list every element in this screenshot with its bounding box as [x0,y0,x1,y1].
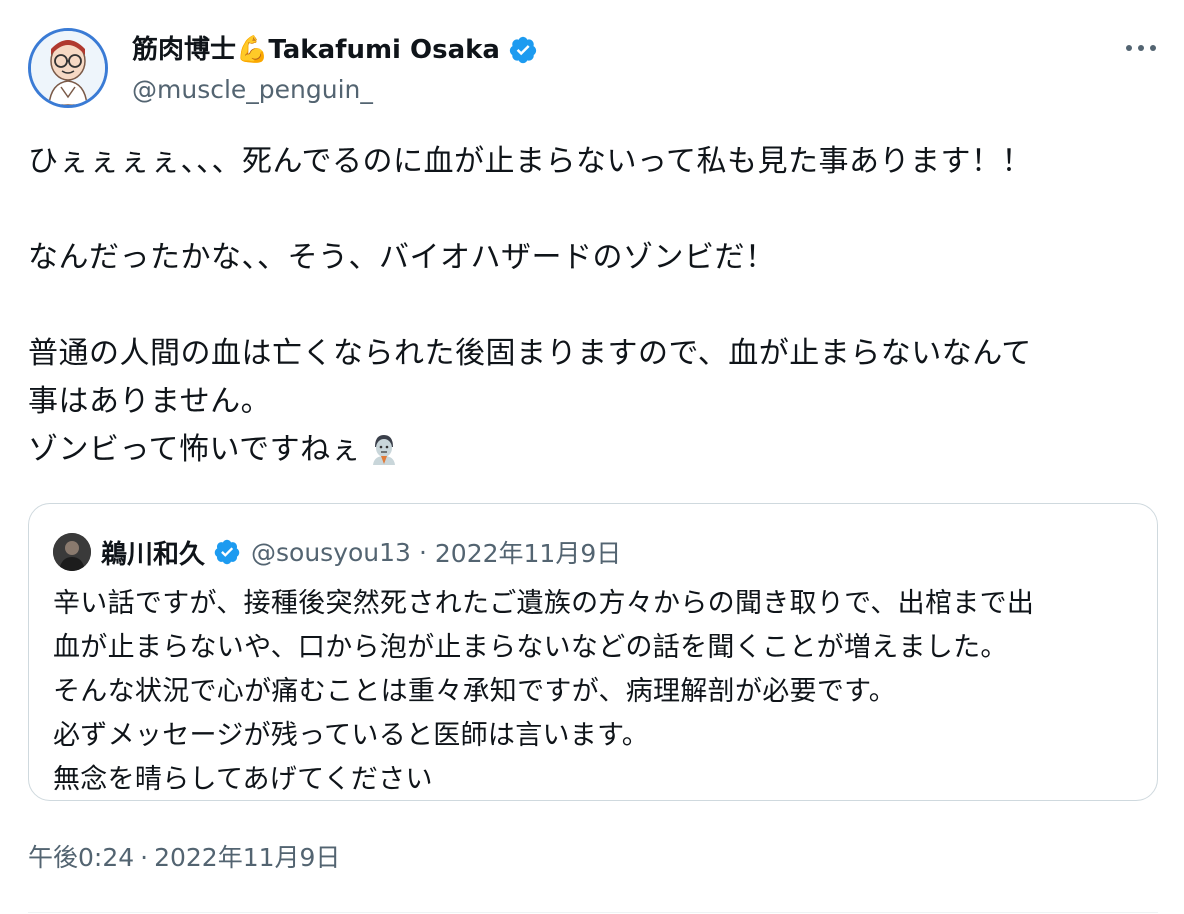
quoted-author-handle[interactable]: @sousyou13 [251,538,411,567]
quoted-tweet-text: 辛い話ですが、接種後突然死されたご遺族の方々からの聞き取りで、出棺まで出 血が止… [53,582,1034,802]
tweet-line-last: ゾンビって怖いですねぇ [28,426,1158,474]
quoted-line: そんな状況で心が痛むことは重々承知ですが、病理解剖が必要です。 [53,676,897,707]
tweet-line: ひぇぇぇぇ、、、死んでるのに血が止まらないって私も見た事あります！！ [28,144,1032,179]
quoted-tweet-date[interactable]: 2022年11月9日 [435,534,621,570]
quoted-line: 血が止まらないや、口から泡が止まらないなどの話を聞くことが増えました。 [53,632,1008,663]
author-display-name[interactable]: 筋肉博士💪Takafumi Osaka [132,30,500,70]
tweet-card: 筋肉博士💪Takafumi Osaka @muscle_penguin_ ひぇぇ… [0,0,1184,914]
dot [1138,45,1144,51]
author-avatar[interactable] [28,28,108,108]
quoted-tweet-header: 鵜川和久 @sousyou13 · 2022年11月9日 [53,532,621,572]
quoted-author-avatar[interactable] [53,533,91,571]
tweet-line: なんだったかな、、そう、バイオハザードのゾンビだ！ [28,240,776,275]
zombie-emoji-icon [373,435,396,465]
quoted-line: 必ずメッセージが残っていると医師は言います。 [53,720,650,751]
separator-dot: · [418,537,427,567]
more-options-icon[interactable] [1126,36,1156,60]
timestamp-date: 2022年11月9日 [154,843,341,872]
tweet-text: ひぇぇぇぇ、、、死んでるのに血が止まらないって私も見た事あります！！ なんだった… [28,138,1158,474]
dot [1150,45,1156,51]
dot [1126,45,1132,51]
separator-dot: · [140,843,149,872]
author-handle[interactable]: @muscle_penguin_ [132,72,538,108]
tweet-timestamp[interactable]: 午後0:24 · 2022年11月9日 [28,838,340,874]
timestamp-time: 午後0:24 [28,843,135,872]
quoted-line: 辛い話ですが、接種後突然死されたご遺族の方々からの聞き取りで、出棺まで出 [53,588,1035,619]
verified-badge-icon [509,36,537,64]
tweet-line: 普通の人間の血は亡くなられた後固まりますので、血が止まらないなんて [28,336,1032,371]
tweet-header: 筋肉博士💪Takafumi Osaka @muscle_penguin_ [132,30,538,108]
author-name-row: 筋肉博士💪Takafumi Osaka [132,30,538,70]
verified-badge-icon [214,539,240,565]
quoted-author-name[interactable]: 鵜川和久 [101,534,205,571]
quoted-tweet[interactable]: 鵜川和久 @sousyou13 · 2022年11月9日 辛い話ですが、接種後突… [28,503,1158,801]
divider [28,912,1158,913]
quoted-line: 無念を晴らしてあげてください [53,764,433,795]
tweet-line: 事はありません。 [28,384,272,419]
tweet-line: ゾンビって怖いですねぇ [28,432,362,467]
